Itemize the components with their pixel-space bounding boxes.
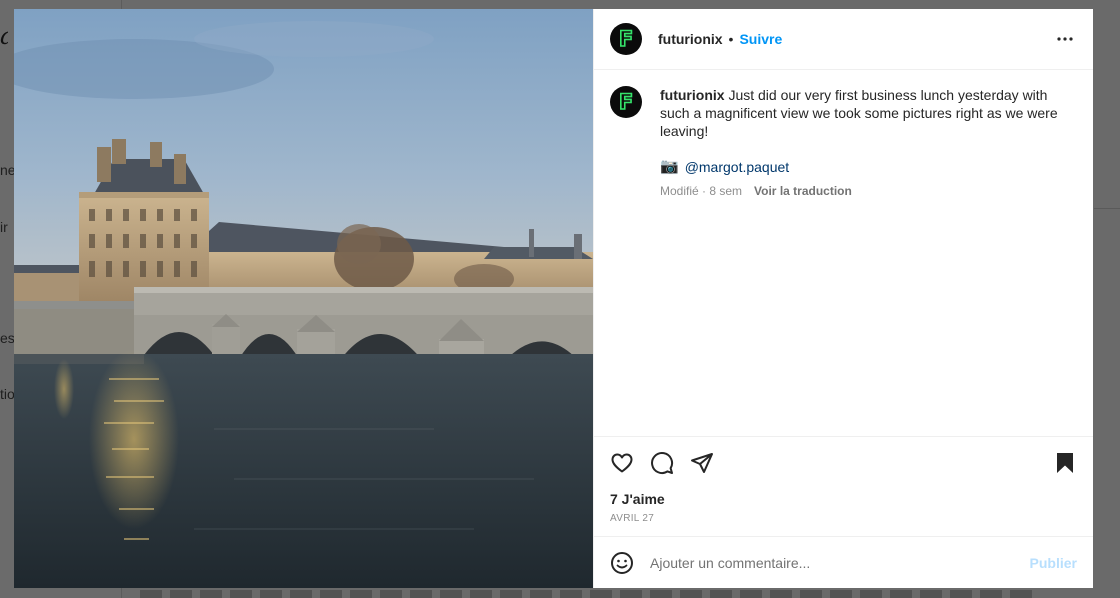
action-icons	[610, 437, 1077, 489]
caption-avatar[interactable]: F	[610, 86, 642, 118]
edited-timestamp: Modifié · 8 sem	[660, 184, 743, 198]
background-nav-text: es	[0, 330, 14, 346]
caption-username[interactable]: futurionix	[660, 87, 725, 103]
caption-area: F futurionix Just did our very first bus…	[594, 70, 1093, 436]
post-actions: 7 J'aime AVRIL 27	[594, 436, 1093, 536]
separator-dot: •	[728, 31, 734, 47]
mention-link[interactable]: @margot.paquet	[685, 158, 790, 176]
publish-button[interactable]: Publier	[1030, 555, 1077, 571]
post-header: F futurionix • Suivre	[594, 9, 1093, 70]
caption: F futurionix Just did our very first bus…	[610, 86, 1077, 200]
background-divider	[1094, 208, 1120, 209]
comment-bubble-icon[interactable]	[650, 451, 674, 475]
background-nav-text: ir	[0, 219, 8, 235]
share-send-icon[interactable]	[690, 451, 714, 475]
background-nav-text: tio	[0, 386, 14, 402]
comment-bar: Publier	[594, 536, 1093, 588]
background-text	[140, 590, 1040, 598]
like-heart-icon[interactable]	[610, 451, 634, 475]
more-options-icon[interactable]	[1053, 27, 1077, 51]
follow-button[interactable]: Suivre	[739, 31, 782, 47]
avatar-letter: F	[618, 26, 634, 51]
post-photo[interactable]	[14, 9, 593, 588]
header-username[interactable]: futurionix	[658, 31, 723, 47]
caption-text-block: futurionix Just did our very first busin…	[660, 86, 1077, 140]
see-translation-button[interactable]: Voir la traduction	[754, 182, 852, 200]
avatar[interactable]: F	[610, 23, 642, 55]
caption-meta: Modifié · 8 sem Voir la traduction	[660, 182, 1077, 200]
emoji-icon[interactable]	[610, 551, 634, 575]
post-side-panel: F futurionix • Suivre F futurionix Just …	[593, 9, 1093, 588]
comment-input[interactable]	[650, 554, 1030, 571]
background-logo: a	[0, 22, 8, 50]
post-modal: F futurionix • Suivre F futurionix Just …	[14, 9, 1093, 588]
save-bookmark-icon[interactable]	[1053, 451, 1077, 475]
photo-credit: 📷 @margot.paquet	[660, 158, 1077, 176]
likes-count[interactable]: 7 J'aime	[610, 491, 1077, 507]
post-date: AVRIL 27	[610, 513, 655, 524]
photo-louvre-bridge	[14, 9, 593, 588]
background-nav-text: ne	[0, 162, 14, 178]
camera-icon: 📷	[660, 158, 679, 175]
caption-body: futurionix Just did our very first busin…	[660, 86, 1077, 200]
avatar-letter: F	[618, 89, 634, 114]
